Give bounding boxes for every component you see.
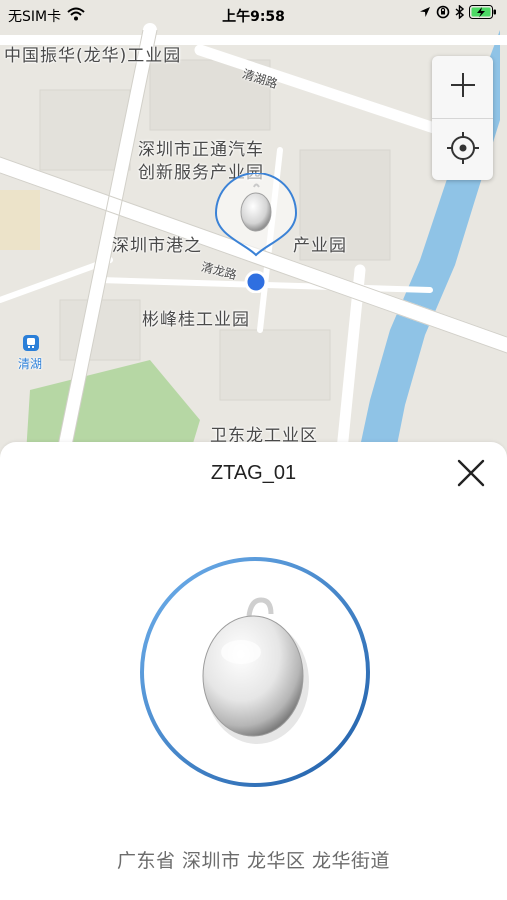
zoom-in-button[interactable] (432, 56, 493, 118)
device-detail-sheet: ZTAG_01 广东省 深圳市 龙华区 龙华街道 (0, 442, 507, 900)
map-label-binfenggui-park: 彬峰桂工业园 (142, 310, 250, 330)
tag-keyring-loop (246, 597, 274, 617)
map-label-auto-park-line1: 深圳市正通汽车 (138, 140, 264, 160)
battery-charging-icon (469, 5, 497, 23)
map-controls (432, 56, 493, 180)
locate-crosshair-icon (446, 131, 480, 169)
close-icon (457, 459, 485, 491)
device-name-title: ZTAG_01 (210, 462, 297, 484)
map-view[interactable]: 中国振华(龙华)工业园 清湖路 深圳市正通汽车 创新服务产业园 深圳市港之 产业… (0, 0, 507, 470)
device-address: 广东省 深圳市 龙华区 龙华街道 (116, 850, 391, 872)
map-label-zhenhua-park: 中国振华(龙华)工业园 (4, 46, 182, 66)
tag-location-marker[interactable] (214, 172, 298, 294)
orientation-lock-icon (436, 5, 450, 23)
locate-me-button[interactable] (432, 119, 493, 180)
map-label-metro-station: 清湖 (18, 357, 43, 371)
bluetooth-icon (455, 4, 465, 23)
plus-icon (448, 70, 478, 104)
location-arrow-icon (419, 6, 431, 22)
metro-icon (22, 334, 40, 352)
status-bar: 无SIM卡 上午9:58 (0, 0, 507, 30)
tag-body (202, 615, 304, 737)
close-button[interactable] (452, 456, 490, 494)
marker-location-dot (244, 270, 268, 294)
map-label-gangzhi-park-tail: 产业园 (293, 236, 347, 256)
marker-tag-image (240, 192, 272, 232)
map-label-gangzhi-park: 深圳市港之 (112, 236, 202, 256)
tag-device-graphic (137, 554, 373, 790)
